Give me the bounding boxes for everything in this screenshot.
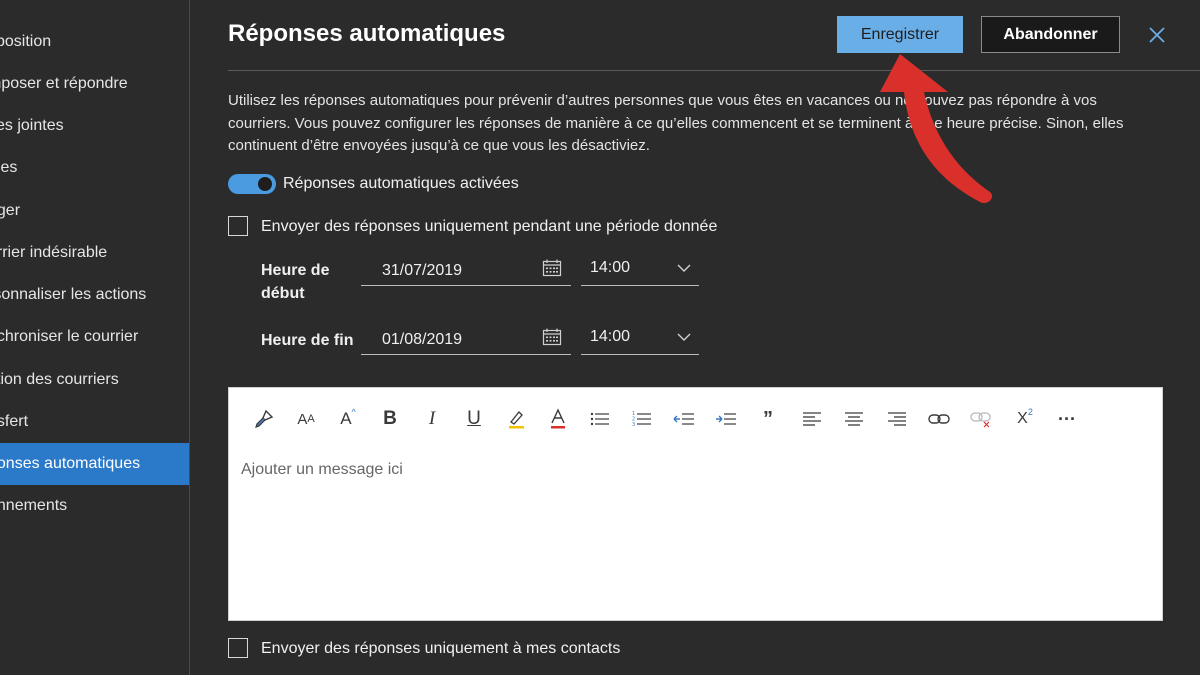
chevron-down-icon: [677, 330, 691, 344]
sidebar-item-attachments[interactable]: ces jointes: [0, 105, 189, 147]
end-time-value: 14:00: [590, 328, 631, 345]
sidebar-item-composer[interactable]: mposer et répondre: [0, 63, 189, 105]
font-color-icon[interactable]: [545, 406, 571, 432]
start-label-line2: début: [261, 285, 305, 302]
end-date-field[interactable]: 01/08/2019: [361, 323, 571, 355]
start-time-value: 14:00: [590, 259, 631, 276]
message-placeholder: Ajouter un message ici: [241, 461, 403, 478]
sidebar-item-label: gles: [0, 159, 18, 176]
align-right-icon[interactable]: [884, 406, 910, 432]
settings-sidebar: sposition mposer et répondre ces jointes…: [0, 0, 190, 675]
sidebar-item-label: sposition: [0, 33, 52, 50]
grow-font-icon[interactable]: A ^: [335, 406, 361, 432]
toggle-knob: [258, 177, 272, 191]
end-time-label: Heure de fin: [261, 332, 354, 349]
more-options-icon[interactable]: ···: [1054, 406, 1080, 432]
header-divider: [228, 70, 1200, 71]
end-time-dropdown[interactable]: 14:00: [581, 323, 699, 355]
calendar-icon[interactable]: [542, 259, 562, 277]
quote-icon[interactable]: ”: [755, 406, 781, 432]
period-only-checkbox[interactable]: [228, 216, 248, 236]
save-button[interactable]: Enregistrer: [837, 16, 963, 53]
sidebar-item-rules[interactable]: gles: [0, 147, 189, 189]
sidebar-item-label: ponses automatiques: [0, 455, 141, 472]
sidebar-item-disposition[interactable]: sposition: [0, 21, 189, 63]
sidebar-item-junk-mail[interactable]: urrier indésirable: [0, 232, 189, 274]
period-only-label: Envoyer des réponses uniquement pendant …: [261, 218, 718, 235]
formatting-toolbar: AA A ^ B I U 123 ” X 2 ···: [229, 406, 1162, 432]
superscript-icon[interactable]: X2: [1012, 406, 1038, 432]
automatic-replies-toggle[interactable]: [228, 174, 276, 194]
page-title: Réponses automatiques: [228, 20, 506, 47]
italic-icon[interactable]: I: [419, 406, 445, 432]
sidebar-item-label: nger: [0, 202, 21, 219]
start-time-label: Heure de début: [261, 259, 329, 305]
numbering-icon[interactable]: 123: [629, 406, 655, 432]
start-time-dropdown[interactable]: 14:00: [581, 254, 699, 286]
decrease-indent-icon[interactable]: [671, 406, 697, 432]
sidebar-item-label: mposer et répondre: [0, 75, 128, 92]
font-size-icon[interactable]: AA: [293, 406, 319, 432]
sidebar-item-label: onnements: [0, 497, 68, 514]
close-icon[interactable]: [1146, 24, 1168, 46]
contacts-only-checkbox[interactable]: [228, 638, 248, 658]
underline-icon[interactable]: U: [461, 406, 487, 432]
format-painter-icon[interactable]: [251, 406, 277, 432]
sidebar-item-automatic-replies[interactable]: ponses automatiques: [0, 443, 189, 485]
calendar-icon[interactable]: [542, 328, 562, 346]
end-date-value: 01/08/2019: [382, 331, 463, 348]
message-editor[interactable]: AA A ^ B I U 123 ” X 2 ··· Ajouter un me…: [228, 387, 1163, 621]
insert-link-icon[interactable]: [926, 406, 952, 432]
align-left-icon[interactable]: [799, 406, 825, 432]
highlight-icon[interactable]: [503, 406, 529, 432]
chevron-down-icon: [677, 261, 691, 275]
sidebar-item-label: ces jointes: [0, 117, 64, 134]
contacts-only-label: Envoyer des réponses uniquement à mes co…: [261, 640, 621, 657]
toggle-label: Réponses automatiques activées: [283, 175, 519, 192]
sidebar-item-sync-email[interactable]: nchroniser le courrier: [0, 316, 189, 358]
start-date-field[interactable]: 31/07/2019: [361, 254, 571, 286]
sidebar-item-subscriptions[interactable]: onnements: [0, 485, 189, 527]
description-text: Utilisez les réponses automatiques pour …: [228, 92, 1124, 154]
svg-text:3: 3: [632, 422, 635, 427]
sidebar-item-label: urrier indésirable: [0, 244, 108, 261]
bullets-icon[interactable]: [587, 406, 613, 432]
sidebar-item-label: rsonnaliser les actions: [0, 286, 147, 303]
sidebar-item-sweep[interactable]: nger: [0, 190, 189, 232]
sidebar-item-message-handling[interactable]: stion des courriers: [0, 359, 189, 401]
sidebar-item-label: stion des courriers: [0, 371, 119, 388]
sidebar-item-custom-actions[interactable]: rsonnaliser les actions: [0, 274, 189, 316]
sidebar-item-label: nsfert: [0, 413, 29, 430]
sidebar-item-label: nchroniser le courrier: [0, 328, 139, 345]
sidebar-item-forwarding[interactable]: nsfert: [0, 401, 189, 443]
bold-icon[interactable]: B: [377, 406, 403, 432]
remove-link-icon[interactable]: [968, 406, 994, 432]
start-label-line1: Heure de: [261, 262, 330, 279]
discard-button[interactable]: Abandonner: [981, 16, 1120, 53]
start-date-value: 31/07/2019: [382, 262, 463, 279]
increase-indent-icon[interactable]: [713, 406, 739, 432]
align-center-icon[interactable]: [841, 406, 867, 432]
